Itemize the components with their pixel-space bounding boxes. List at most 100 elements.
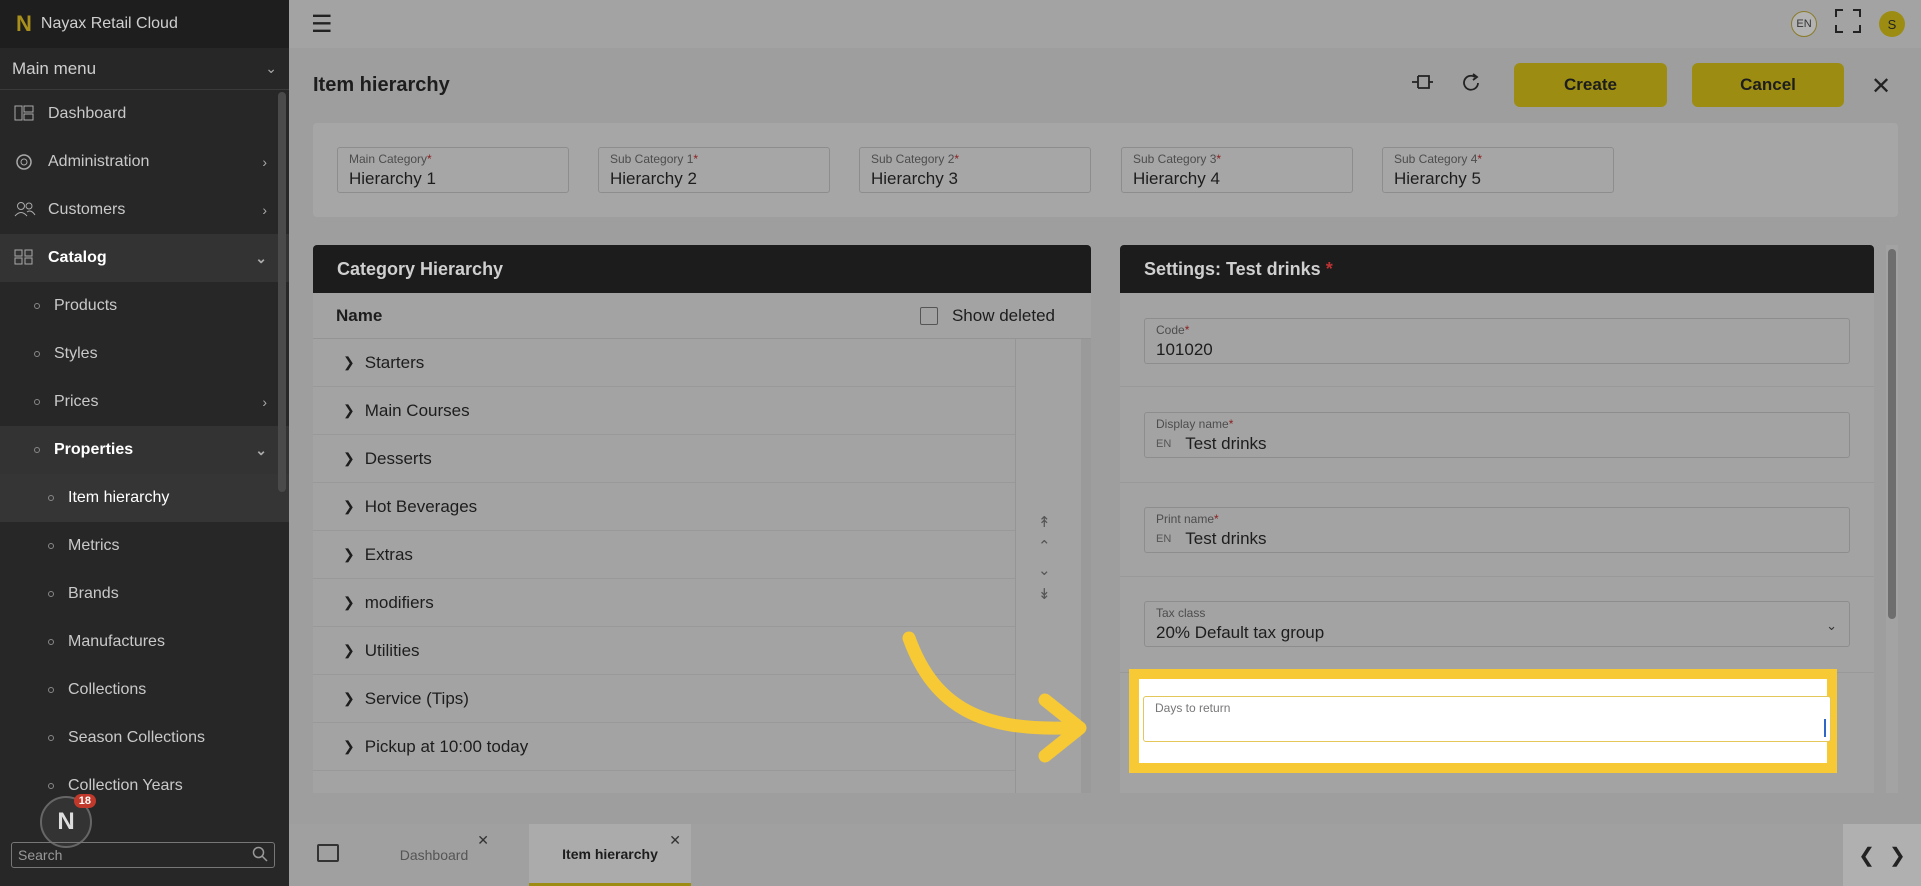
sidebar-item-collections[interactable]: Collections [0, 666, 289, 714]
move-bottom-icon[interactable]: ↡ [1038, 585, 1051, 603]
show-deleted-toggle[interactable]: Show deleted [919, 306, 1055, 326]
search-icon [252, 846, 268, 865]
sidebar-item-dashboard[interactable]: Dashboard [0, 90, 289, 138]
sidebar-item-collection-years[interactable]: Collection Years [0, 762, 289, 810]
user-avatar[interactable]: S [1879, 11, 1905, 37]
close-tab-icon[interactable]: ✕ [669, 832, 681, 849]
sidebar-item-label: Brands [68, 585, 119, 602]
chevron-left-icon[interactable]: ❮ [1858, 843, 1875, 868]
chevron-down-icon: ⌄ [265, 60, 277, 76]
sidebar-item-season-collections[interactable]: Season Collections [0, 714, 289, 762]
divider [1120, 482, 1874, 483]
sidebar-item-properties[interactable]: Properties ⌄ [0, 426, 289, 474]
tab-label: Item hierarchy [562, 845, 658, 862]
sub-category-1-field[interactable]: Sub Category 1* Hierarchy 2 [598, 147, 830, 193]
tree-row[interactable]: ❯ Main Courses [313, 387, 1015, 435]
chevron-right-icon[interactable]: ❯ [343, 450, 355, 467]
days-to-return-input[interactable]: Days to return [1143, 696, 1831, 742]
chevron-right-icon[interactable]: ❯ [343, 738, 355, 755]
chevron-right-icon[interactable]: ❯ [343, 690, 355, 707]
fullscreen-icon[interactable] [1835, 9, 1861, 39]
divider [1120, 386, 1874, 387]
chevron-right-icon[interactable]: ❯ [343, 402, 355, 419]
tax-class-select[interactable]: Tax class 20% Default tax group ⌄ [1144, 601, 1850, 647]
chevron-right-icon[interactable]: ❯ [343, 546, 355, 563]
search-placeholder: Search [18, 847, 63, 863]
chevron-right-icon[interactable]: ❯ [1889, 843, 1906, 868]
settings-scrollbar[interactable] [1886, 245, 1898, 793]
chevron-right-icon[interactable]: ❯ [343, 594, 355, 611]
chevron-right-icon[interactable]: ❯ [343, 354, 355, 371]
move-up-icon[interactable]: ⌃ [1038, 537, 1051, 555]
sub-category-2-field[interactable]: Sub Category 2* Hierarchy 3 [859, 147, 1091, 193]
move-down-icon[interactable]: ⌄ [1038, 561, 1051, 579]
language-switcher[interactable]: EN [1791, 11, 1817, 37]
tab-dashboard[interactable]: Dashboard ✕ [369, 824, 499, 886]
hamburger-menu-icon[interactable]: ☰ [311, 10, 333, 39]
gear-icon [14, 153, 36, 171]
sidebar-item-catalog[interactable]: Catalog ⌄ [0, 234, 289, 282]
tree-row[interactable]: ❯ Extras [313, 531, 1015, 579]
tree-row[interactable]: ❯ Desserts [313, 435, 1015, 483]
field-label: Sub Category 3 [1133, 152, 1217, 166]
checkbox[interactable] [919, 306, 938, 325]
chevron-right-icon[interactable]: ❯ [343, 642, 355, 659]
notifications-button[interactable]: N 18 [40, 794, 96, 848]
sidebar-item-label: Administration [48, 153, 150, 170]
cancel-button[interactable]: Cancel [1692, 63, 1844, 107]
code-field[interactable]: Code* 101020 [1144, 318, 1850, 364]
field-label: Display name [1156, 417, 1229, 431]
header-actions [1410, 72, 1482, 100]
tab-item-hierarchy[interactable]: Item hierarchy ✕ [529, 824, 691, 886]
display-name-field[interactable]: Display name* EN Test drinks [1144, 412, 1850, 458]
pin-icon[interactable] [1410, 72, 1434, 100]
name-column-header: Name [336, 305, 383, 325]
notification-count-badge: 18 [73, 794, 96, 808]
chevron-right-icon[interactable]: ❯ [343, 498, 355, 515]
tree-row[interactable]: ❯ Starters [313, 339, 1015, 387]
sidebar-item-label: Prices [54, 393, 99, 410]
print-name-field[interactable]: Print name* EN Test drinks [1144, 507, 1850, 553]
sidebar-item-label: Season Collections [68, 729, 205, 746]
sidebar-item-products[interactable]: Products [0, 282, 289, 330]
sidebar-item-prices[interactable]: Prices › [0, 378, 289, 426]
top-bar: ☰ EN S [289, 0, 1921, 48]
sidebar-search-input[interactable]: Search [11, 842, 275, 868]
sidebar-item-label: Metrics [68, 537, 120, 554]
field-label: Sub Category 4 [1394, 152, 1478, 166]
field-value: 20% Default tax group [1156, 623, 1325, 642]
tree-row-label: Main Courses [364, 400, 470, 420]
sidebar-item-metrics[interactable]: Metrics [0, 522, 289, 570]
chevron-right-icon: › [262, 154, 267, 170]
sub-category-4-field[interactable]: Sub Category 4* Hierarchy 5 [1382, 147, 1614, 193]
sidebar-item-brands[interactable]: Brands [0, 570, 289, 618]
tree-row[interactable]: ❯ Hot Beverages [313, 483, 1015, 531]
refresh-icon[interactable] [1460, 72, 1482, 100]
tab-navigation: ❮ ❯ [1843, 824, 1921, 886]
sidebar-item-item-hierarchy[interactable]: Item hierarchy [0, 474, 289, 522]
sidebar-item-administration[interactable]: Administration › [0, 138, 289, 186]
chevron-down-icon: ⌄ [255, 441, 267, 458]
main-menu-label: Main menu [12, 58, 97, 78]
tree-row-label: modifiers [364, 592, 434, 612]
field-value: Hierarchy 3 [871, 169, 958, 188]
bullet-icon [48, 783, 54, 789]
create-button[interactable]: Create [1514, 63, 1667, 107]
sidebar-scrollbar[interactable] [278, 92, 286, 492]
tree-row-label: Pickup at 10:00 today [364, 736, 529, 756]
sub-category-3-field[interactable]: Sub Category 3* Hierarchy 4 [1121, 147, 1353, 193]
sidebar-item-label: Manufactures [68, 633, 165, 650]
tab-label: Dashboard [399, 847, 469, 863]
sidebar-item-manufactures[interactable]: Manufactures [0, 618, 289, 666]
field-label: Main Category [349, 152, 428, 166]
close-tab-icon[interactable]: ✕ [477, 832, 489, 849]
close-icon[interactable]: ✕ [1871, 72, 1891, 101]
sidebar-item-customers[interactable]: Customers › [0, 186, 289, 234]
scrollbar-thumb[interactable] [1888, 249, 1896, 619]
move-top-icon[interactable]: ↟ [1038, 513, 1051, 531]
windows-icon[interactable] [317, 844, 339, 862]
main-menu-toggle[interactable]: Main menu ⌄ [0, 48, 289, 90]
language-tag: EN [1156, 533, 1172, 545]
main-category-field[interactable]: Main Category* Hierarchy 1 [337, 147, 569, 193]
sidebar-item-styles[interactable]: Styles [0, 330, 289, 378]
